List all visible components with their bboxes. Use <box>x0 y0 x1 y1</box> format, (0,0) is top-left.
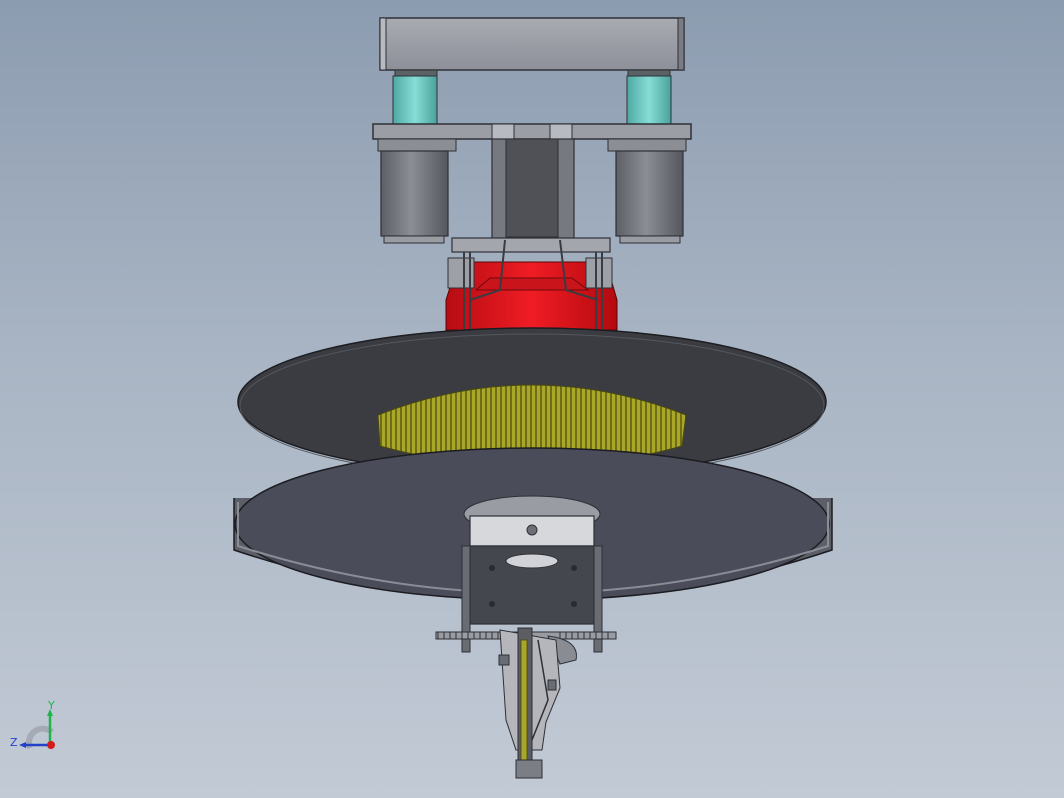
z-axis-label: Z <box>10 736 18 749</box>
y-axis-label: Y <box>47 700 55 712</box>
x-axis-point <box>47 741 55 749</box>
central-bracket <box>451 138 611 253</box>
red-housing <box>445 239 618 331</box>
teal-column-left <box>392 69 438 125</box>
view-orientation-triad-icon[interactable]: Y Z <box>8 700 68 760</box>
top-plate <box>379 17 685 71</box>
lower-mechanism <box>498 627 577 779</box>
teal-column-right <box>626 69 672 125</box>
cad-viewport[interactable] <box>0 0 1064 798</box>
motor-left <box>380 150 449 244</box>
motor-right <box>615 150 684 244</box>
